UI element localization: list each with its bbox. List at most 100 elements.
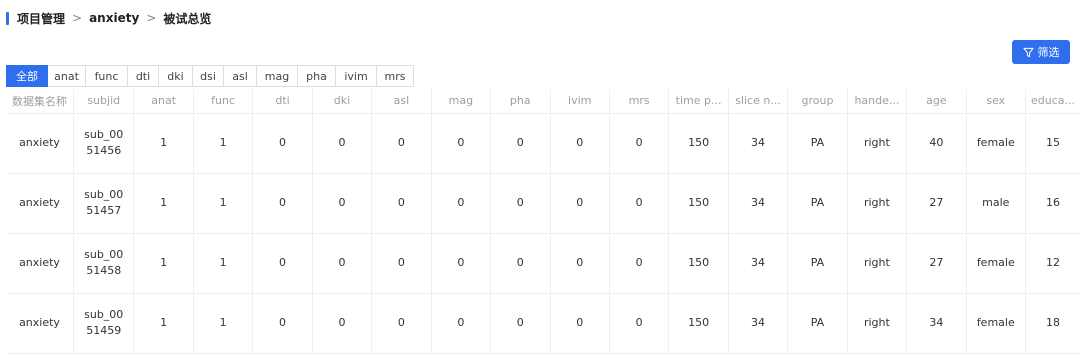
tab-func[interactable]: func: [86, 65, 128, 87]
table-cell: 27: [907, 173, 966, 233]
table-cell: 150: [669, 233, 728, 293]
table-row[interactable]: anxietysub_005145611000000015034PAright4…: [6, 113, 1080, 173]
subject-id: sub_0051456: [81, 127, 127, 159]
tab-all[interactable]: 全部: [6, 65, 48, 87]
tab-mrs[interactable]: mrs: [377, 65, 414, 87]
table-cell: 34: [728, 233, 787, 293]
table-cell: 0: [491, 293, 550, 353]
table-cell: PA: [788, 113, 847, 173]
column-header: time p...: [669, 89, 728, 113]
breadcrumb-item-project[interactable]: anxiety: [89, 11, 139, 25]
table-cell: 0: [431, 173, 490, 233]
subjects-table: 数据集名称 subjid anat func dti dki asl mag p…: [6, 89, 1080, 354]
table-cell: 0: [609, 173, 668, 233]
table-cell: 0: [609, 293, 668, 353]
table-cell: sub_0051457: [74, 173, 134, 233]
table-cell: 1: [134, 173, 193, 233]
table-cell: 150: [669, 113, 728, 173]
column-header: age: [907, 89, 966, 113]
table-cell: female: [966, 113, 1025, 173]
column-header: group: [788, 89, 847, 113]
table-cell: 15: [1026, 113, 1080, 173]
table-cell: 0: [312, 173, 371, 233]
table-row[interactable]: anxietysub_005145711000000015034PAright2…: [6, 173, 1080, 233]
table-cell: 1: [193, 113, 252, 173]
table-cell: 0: [372, 233, 431, 293]
table-cell: 0: [312, 293, 371, 353]
tab-asl[interactable]: asl: [224, 65, 257, 87]
table-cell: 34: [728, 113, 787, 173]
table-cell: 0: [253, 173, 312, 233]
table-cell: 0: [372, 113, 431, 173]
table-cell: 0: [491, 233, 550, 293]
table-cell: PA: [788, 173, 847, 233]
table-cell: 150: [669, 293, 728, 353]
column-header: educa...: [1026, 89, 1080, 113]
column-header: slice n...: [728, 89, 787, 113]
table-cell: 1: [193, 293, 252, 353]
table-cell: 40: [907, 113, 966, 173]
table-cell: sub_0051459: [74, 293, 134, 353]
column-header: dti: [253, 89, 312, 113]
tab-dti[interactable]: dti: [128, 65, 159, 87]
table-cell: 0: [312, 113, 371, 173]
table-cell: anxiety: [6, 233, 74, 293]
table-cell: 0: [431, 293, 490, 353]
tab-ivim[interactable]: ivim: [336, 65, 377, 87]
filter-button[interactable]: 筛选: [1012, 40, 1070, 64]
chevron-right-icon: >: [146, 11, 156, 25]
breadcrumb-item-current: 被试总览: [163, 10, 211, 27]
table-cell: 0: [431, 113, 490, 173]
tab-mag[interactable]: mag: [257, 65, 298, 87]
column-header: mag: [431, 89, 490, 113]
table-cell: 0: [372, 293, 431, 353]
column-header: 数据集名称: [6, 89, 74, 113]
table-cell: 34: [728, 293, 787, 353]
table-cell: 0: [491, 173, 550, 233]
column-header: hande...: [847, 89, 906, 113]
table-cell: 27: [907, 233, 966, 293]
table-cell: 0: [491, 113, 550, 173]
table-cell: 0: [550, 173, 609, 233]
table-cell: 0: [253, 113, 312, 173]
table-cell: 0: [312, 233, 371, 293]
tab-pha[interactable]: pha: [298, 65, 336, 87]
table-cell: 1: [134, 293, 193, 353]
tab-dki[interactable]: dki: [159, 65, 193, 87]
table-cell: right: [847, 113, 906, 173]
table-cell: 1: [134, 233, 193, 293]
table-cell: male: [966, 173, 1025, 233]
table-cell: 1: [193, 173, 252, 233]
table-cell: PA: [788, 233, 847, 293]
tab-anat[interactable]: anat: [48, 65, 86, 87]
filter-icon: [1023, 47, 1034, 58]
table-cell: right: [847, 233, 906, 293]
column-header: ivim: [550, 89, 609, 113]
table-cell: 1: [193, 233, 252, 293]
column-header: dki: [312, 89, 371, 113]
table-cell: sub_0051456: [74, 113, 134, 173]
breadcrumb: 项目管理 > anxiety > 被试总览: [6, 9, 211, 27]
table-cell: 12: [1026, 233, 1080, 293]
breadcrumb-accent-bar: [6, 12, 9, 25]
table-cell: right: [847, 173, 906, 233]
table-row[interactable]: anxietysub_005145811000000015034PAright2…: [6, 233, 1080, 293]
column-header: sex: [966, 89, 1025, 113]
column-header: pha: [491, 89, 550, 113]
table-cell: 150: [669, 173, 728, 233]
subject-id: sub_0051459: [81, 307, 127, 339]
table-cell: 16: [1026, 173, 1080, 233]
table-row[interactable]: anxietysub_005145911000000015034PAright3…: [6, 293, 1080, 353]
chevron-right-icon: >: [72, 11, 82, 25]
table-cell: anxiety: [6, 113, 74, 173]
filter-button-label: 筛选: [1038, 44, 1060, 60]
table-cell: 34: [728, 173, 787, 233]
table-cell: 0: [253, 293, 312, 353]
column-header: anat: [134, 89, 193, 113]
table-header-row: 数据集名称 subjid anat func dti dki asl mag p…: [6, 89, 1080, 113]
table-cell: 0: [609, 233, 668, 293]
subject-id: sub_0051458: [81, 247, 127, 279]
tab-dsi[interactable]: dsi: [193, 65, 224, 87]
table-cell: 0: [609, 113, 668, 173]
breadcrumb-item-project-management[interactable]: 项目管理: [17, 10, 65, 27]
